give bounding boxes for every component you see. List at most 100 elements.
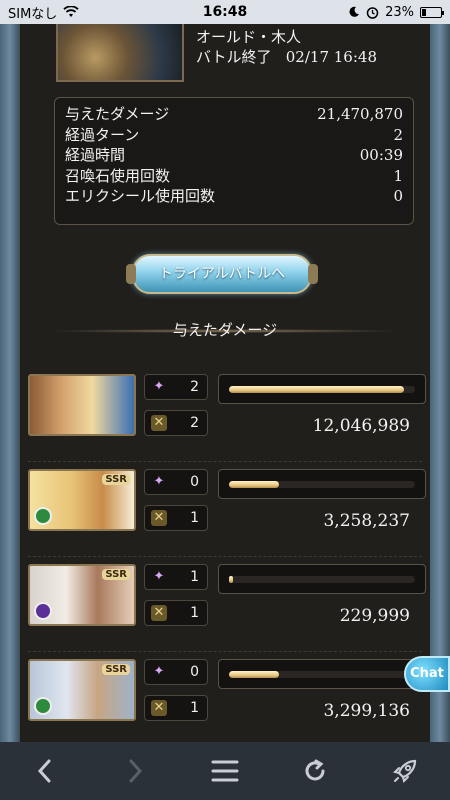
battle-status: バトル終了 02/17 16:48: [196, 46, 377, 67]
ssr-badge: SSR: [102, 569, 130, 580]
character-portrait[interactable]: [28, 374, 136, 436]
skill-count: ✦ 0: [144, 469, 208, 495]
wind-element-icon: [34, 507, 52, 525]
button-cap-left: [126, 264, 136, 284]
ssr-badge: SSR: [102, 664, 130, 675]
bottom-nav: [0, 742, 450, 800]
battle-datetime: 02/17 16:48: [285, 48, 377, 66]
rocket-button[interactable]: [380, 751, 430, 791]
stat-value: 2: [393, 125, 403, 144]
character-portrait[interactable]: SSR: [28, 659, 136, 721]
button-cap-right: [308, 264, 318, 284]
ougi-swords-icon: ✕: [151, 605, 167, 621]
ougi-count-value: 1: [190, 605, 199, 621]
party-row: ✦ 2 ✕ 2 12,046,989: [28, 374, 426, 462]
stat-row-time: 経過時間 00:39: [65, 145, 403, 166]
party-row: SSR ✦ 0 ✕ 1 3,258,237: [28, 469, 426, 557]
row-divider: [28, 556, 422, 557]
stat-row-elixirs: エリクシール使用回数 0: [65, 186, 403, 207]
frame-right: [430, 24, 450, 742]
ougi-swords-icon: ✕: [151, 510, 167, 526]
row-divider: [28, 461, 422, 462]
skill-sparkle-icon: ✦: [153, 474, 165, 489]
skill-sparkle-icon: ✦: [153, 569, 165, 584]
ougi-count-value: 2: [190, 415, 199, 431]
forward-button[interactable]: [110, 751, 160, 791]
chat-button[interactable]: Chat: [404, 656, 450, 692]
skill-sparkle-icon: ✦: [153, 379, 165, 394]
moon-icon: [349, 6, 360, 17]
reload-icon: [305, 759, 325, 781]
stat-label: エリクシール使用回数: [65, 187, 216, 205]
damage-bar-fill: [229, 481, 280, 488]
stat-label: 経過時間: [65, 146, 126, 164]
damage-value: 3,299,136: [323, 701, 410, 721]
menu-button[interactable]: [200, 751, 250, 791]
damage-value: 229,999: [339, 606, 410, 626]
menu-icon: [211, 760, 239, 782]
chevron-left-icon: [37, 759, 51, 783]
ougi-count-value: 1: [190, 700, 199, 716]
status-bar: SIMなし 16:48 23%: [0, 0, 450, 24]
ougi-swords-icon: ✕: [151, 700, 167, 716]
party-row: SSR ✦ 1 ✕ 1 229,999: [28, 564, 426, 652]
skill-count-value: 2: [190, 379, 199, 395]
stat-label: 召喚石使用回数: [65, 166, 171, 185]
damage-bar: [218, 659, 426, 689]
damage-bar-track: [229, 386, 415, 393]
battery-icon: [420, 6, 444, 18]
skill-count: ✦ 1: [144, 564, 208, 590]
stat-row-damage: 与えたダメージ 21,470,870: [65, 104, 403, 125]
damage-value: 12,046,989: [312, 416, 410, 436]
wifi-icon: [63, 6, 79, 17]
damage-bar-track: [229, 481, 415, 488]
ougi-swords-icon: ✕: [151, 415, 167, 431]
battle-stats-box: 与えたダメージ 21,470,870 経過ターン 2 経過時間 00:39 召喚…: [54, 97, 414, 225]
row-divider: [28, 651, 422, 652]
boss-name: オールド・木人: [196, 28, 302, 46]
damage-bar-fill: [229, 386, 404, 393]
reload-button[interactable]: [290, 751, 340, 791]
ougi-count: ✕ 1: [144, 505, 208, 531]
boss-image: [56, 24, 184, 82]
damage-value: 3,258,237: [323, 511, 410, 531]
frame-left: [0, 24, 20, 742]
battery-percent: 23%: [385, 4, 414, 20]
skill-sparkle-icon: ✦: [153, 664, 165, 679]
stat-label: 与えたダメージ: [65, 105, 170, 123]
trial-battle-button[interactable]: トライアルバトルへ: [126, 254, 318, 294]
ougi-count-value: 1: [190, 510, 199, 526]
ougi-count: ✕ 2: [144, 410, 208, 436]
party-row: SSR ✦ 0 ✕ 1 3,299,136: [28, 659, 426, 739]
stat-value: 21,470,870: [317, 105, 403, 123]
skill-count-value: 0: [190, 474, 199, 490]
battle-status-label: バトル終了: [196, 48, 272, 66]
battle-result-panel: オールド・木人 バトル終了 02/17 16:48 与えたダメージ 21,470…: [20, 24, 430, 742]
stat-value: 0: [393, 187, 403, 205]
stat-row-turns: 経過ターン 2: [65, 125, 403, 146]
skill-count-value: 0: [190, 664, 199, 680]
damage-bar-fill: [229, 671, 280, 678]
damage-bar: [218, 374, 426, 404]
ougi-count: ✕ 1: [144, 695, 208, 721]
ssr-badge: SSR: [102, 474, 130, 485]
skill-count: ✦ 2: [144, 374, 208, 400]
dark-element-icon: [34, 602, 52, 620]
trial-battle-label: トライアルバトルへ: [158, 266, 286, 282]
character-portrait[interactable]: SSR: [28, 564, 136, 626]
stat-value: 1: [393, 166, 403, 185]
damage-bar: [218, 564, 426, 594]
carrier-label: SIMなし: [8, 6, 58, 22]
stat-row-summons: 召喚石使用回数 1: [65, 166, 403, 187]
back-button[interactable]: [20, 751, 70, 791]
wind-element-icon: [34, 697, 52, 715]
chevron-right-icon: [129, 759, 143, 783]
damage-bar-track: [229, 576, 415, 583]
skill-count: ✦ 0: [144, 659, 208, 685]
damage-bar: [218, 469, 426, 499]
alarm-icon: [366, 6, 379, 19]
ougi-count: ✕ 1: [144, 600, 208, 626]
damage-bar-fill: [229, 576, 233, 583]
character-portrait[interactable]: SSR: [28, 469, 136, 531]
rocket-icon: [393, 759, 417, 783]
